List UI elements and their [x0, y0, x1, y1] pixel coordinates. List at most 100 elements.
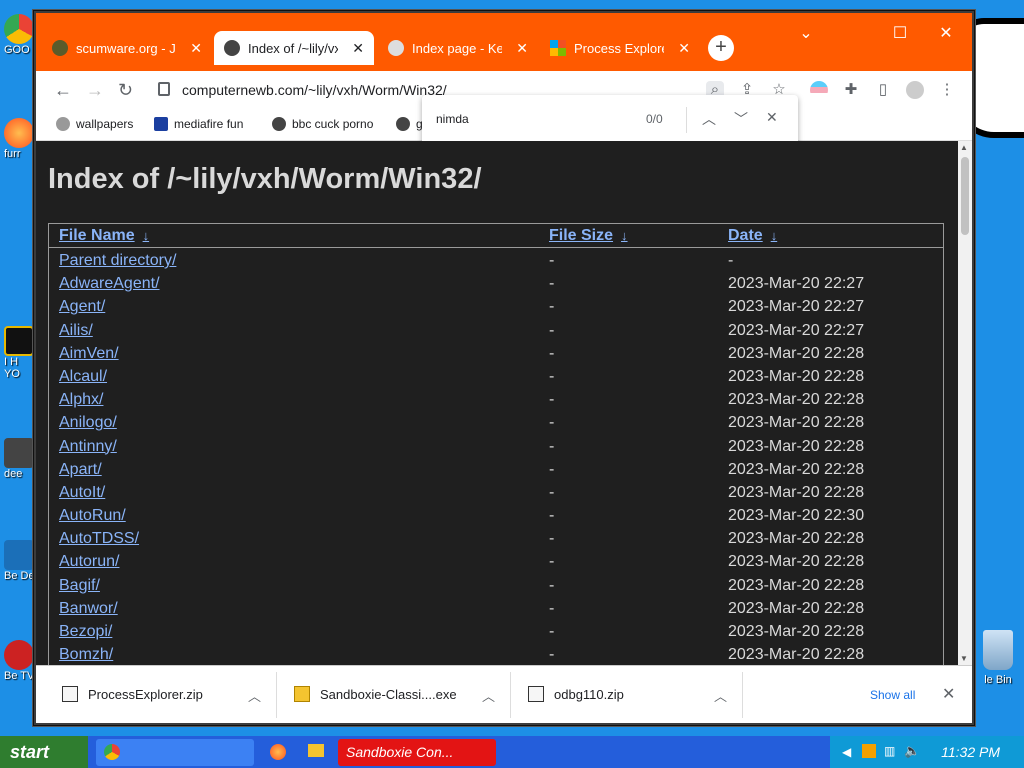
- sort-by-date-link[interactable]: Date ↓: [728, 227, 777, 245]
- file-size: -: [549, 646, 555, 664]
- directory-link[interactable]: AutoIt/: [59, 484, 105, 502]
- page-scrollbar[interactable]: ▲ ▼: [958, 141, 972, 665]
- bookmark-mediafire[interactable]: mediafire fun: [154, 117, 243, 131]
- download-item-sandboxie[interactable]: Sandboxie-Classi....exe: [294, 686, 457, 702]
- download-item-odbg[interactable]: odbg110.zip: [528, 686, 624, 702]
- scroll-up-icon[interactable]: ▲: [960, 143, 968, 152]
- restore-button[interactable]: ☐: [888, 23, 912, 43]
- taskbar-chrome-button[interactable]: [96, 739, 254, 766]
- sort-by-name-link[interactable]: File Name ↓: [59, 227, 149, 245]
- directory-link[interactable]: AutoRun/: [59, 507, 126, 525]
- directory-link[interactable]: Alphx/: [59, 391, 103, 409]
- directory-link[interactable]: AimVen/: [59, 345, 119, 363]
- bookmark-g[interactable]: g: [396, 117, 423, 131]
- file-size: -: [549, 344, 555, 362]
- tab-process-explorer[interactable]: Process Explorer ✕: [540, 31, 700, 65]
- directory-link[interactable]: Bagif/: [59, 577, 100, 595]
- directory-link[interactable]: Alcaul/: [59, 368, 107, 386]
- start-button[interactable]: start: [0, 736, 88, 768]
- sandboxie-tray-icon[interactable]: [862, 744, 876, 758]
- desktop-icon-program[interactable]: Be De: [4, 540, 36, 582]
- directory-link[interactable]: Bomzh/: [59, 646, 113, 664]
- lock-icon[interactable]: [158, 82, 170, 96]
- file-size: -: [549, 530, 555, 548]
- firefox-icon: [270, 744, 286, 760]
- modified-date: 2023-Mar-20 22:28: [728, 367, 865, 385]
- tab-scumware[interactable]: scumware.org - Ju ✕: [42, 31, 212, 65]
- find-input[interactable]: [436, 112, 606, 126]
- modified-date: -: [728, 252, 734, 269]
- desktop-icon-video[interactable]: I H YO: [4, 326, 36, 380]
- downloads-bar: ProcessExplorer.zip ︿ Sandboxie-Classi..…: [36, 665, 972, 723]
- find-previous-icon[interactable]: ︿: [702, 109, 716, 129]
- find-close-icon[interactable]: ✕: [766, 109, 778, 126]
- tab-title: Process Explorer: [574, 40, 665, 56]
- directory-link[interactable]: AutoTDSS/: [59, 530, 139, 548]
- reload-icon[interactable]: ↻: [118, 80, 133, 101]
- network-icon[interactable]: ▥: [884, 744, 895, 758]
- desktop-icon-chrome[interactable]: GOO: [4, 14, 36, 56]
- extension-flag-icon[interactable]: [810, 81, 828, 99]
- show-all-downloads-link[interactable]: Show all: [870, 688, 915, 702]
- close-downloads-bar-icon[interactable]: ✕: [942, 684, 955, 704]
- clock[interactable]: 11:32 PM: [941, 744, 1000, 760]
- directory-link[interactable]: Ailis/: [59, 322, 93, 340]
- directory-link[interactable]: Antinny/: [59, 438, 117, 456]
- volume-icon[interactable]: 🔈: [904, 743, 920, 759]
- directory-link[interactable]: AdwareAgent/: [59, 275, 160, 293]
- tray-expand-icon[interactable]: ◀: [842, 745, 851, 759]
- side-panel-icon[interactable]: ▯: [874, 81, 892, 99]
- table-row: Bagif/ - 2023-Mar-20 22:28: [49, 573, 943, 596]
- back-icon[interactable]: ←: [54, 80, 72, 101]
- directory-link[interactable]: Parent directory/: [59, 252, 176, 270]
- address-bar[interactable]: computernewb.com/~lily/vxh/Worm/Win32/: [182, 82, 447, 98]
- table-row: AimVen/ - 2023-Mar-20 22:28: [49, 341, 943, 364]
- scrollbar-thumb[interactable]: [961, 157, 969, 235]
- tab-index-lily[interactable]: Index of /~lily/vx ✕: [214, 31, 374, 65]
- bookmark-bbc[interactable]: bbc cuck porno: [272, 117, 373, 131]
- download-item-processexplorer[interactable]: ProcessExplorer.zip: [62, 686, 203, 702]
- taskbar-explorer-button[interactable]: [300, 739, 330, 766]
- recycle-bin[interactable]: le Bin: [976, 630, 1020, 686]
- sort-by-size-link[interactable]: File Size ↓: [549, 227, 628, 245]
- tab-close-icon[interactable]: ✕: [352, 40, 364, 57]
- directory-link[interactable]: Bezopi/: [59, 623, 112, 641]
- extensions-puzzle-icon[interactable]: ✚: [842, 81, 860, 99]
- modified-date: 2023-Mar-20 22:27: [728, 275, 865, 293]
- directory-link[interactable]: Anilogo/: [59, 414, 117, 432]
- find-next-icon[interactable]: ﹀: [734, 109, 748, 129]
- tab-index-kernel[interactable]: Index page - Ker ✕: [378, 31, 538, 65]
- scroll-down-icon[interactable]: ▼: [960, 654, 968, 663]
- desktop-icon-program-2[interactable]: Be TV: [4, 640, 36, 682]
- taskbar-firefox-button[interactable]: [262, 739, 292, 766]
- directory-link[interactable]: Autorun/: [59, 553, 119, 571]
- new-tab-button[interactable]: +: [708, 35, 734, 61]
- sort-arrow-icon: ↓: [770, 228, 778, 243]
- table-row: Bomzh/ - 2023-Mar-20 22:28: [49, 642, 943, 665]
- profile-avatar-icon[interactable]: [906, 81, 924, 99]
- download-options-chevron-icon[interactable]: ︿: [714, 686, 727, 705]
- modified-date: 2023-Mar-20 22:28: [728, 414, 865, 432]
- tab-close-icon[interactable]: ✕: [190, 40, 202, 57]
- taskbar-sandboxie-button[interactable]: Sandboxie Con...: [338, 739, 496, 766]
- table-row: Agent/ - 2023-Mar-20 22:27: [49, 294, 943, 317]
- bookmark-label: wallpapers: [76, 117, 134, 131]
- download-options-chevron-icon[interactable]: ︿: [248, 686, 261, 705]
- tab-close-icon[interactable]: ✕: [678, 40, 690, 57]
- tab-close-icon[interactable]: ✕: [516, 40, 528, 57]
- download-options-chevron-icon[interactable]: ︿: [482, 686, 495, 705]
- forward-icon[interactable]: →: [86, 80, 104, 101]
- close-window-button[interactable]: ✕: [934, 23, 958, 43]
- desktop-icon-file[interactable]: dee: [4, 438, 36, 480]
- directory-link[interactable]: Banwor/: [59, 600, 118, 618]
- directory-link[interactable]: Agent/: [59, 298, 105, 316]
- minimize-button[interactable]: ⌄: [794, 23, 818, 43]
- desktop-icon-firefox[interactable]: furr: [4, 118, 36, 160]
- directory-link[interactable]: Apart/: [59, 461, 102, 479]
- bookmark-wallpapers[interactable]: wallpapers: [56, 117, 133, 131]
- zip-file-icon: [528, 686, 544, 702]
- download-filename: ProcessExplorer.zip: [88, 686, 203, 702]
- menu-kebab-icon[interactable]: ⋮: [938, 81, 956, 99]
- bookmark-label: bbc cuck porno: [292, 117, 374, 131]
- zip-file-icon: [62, 686, 78, 702]
